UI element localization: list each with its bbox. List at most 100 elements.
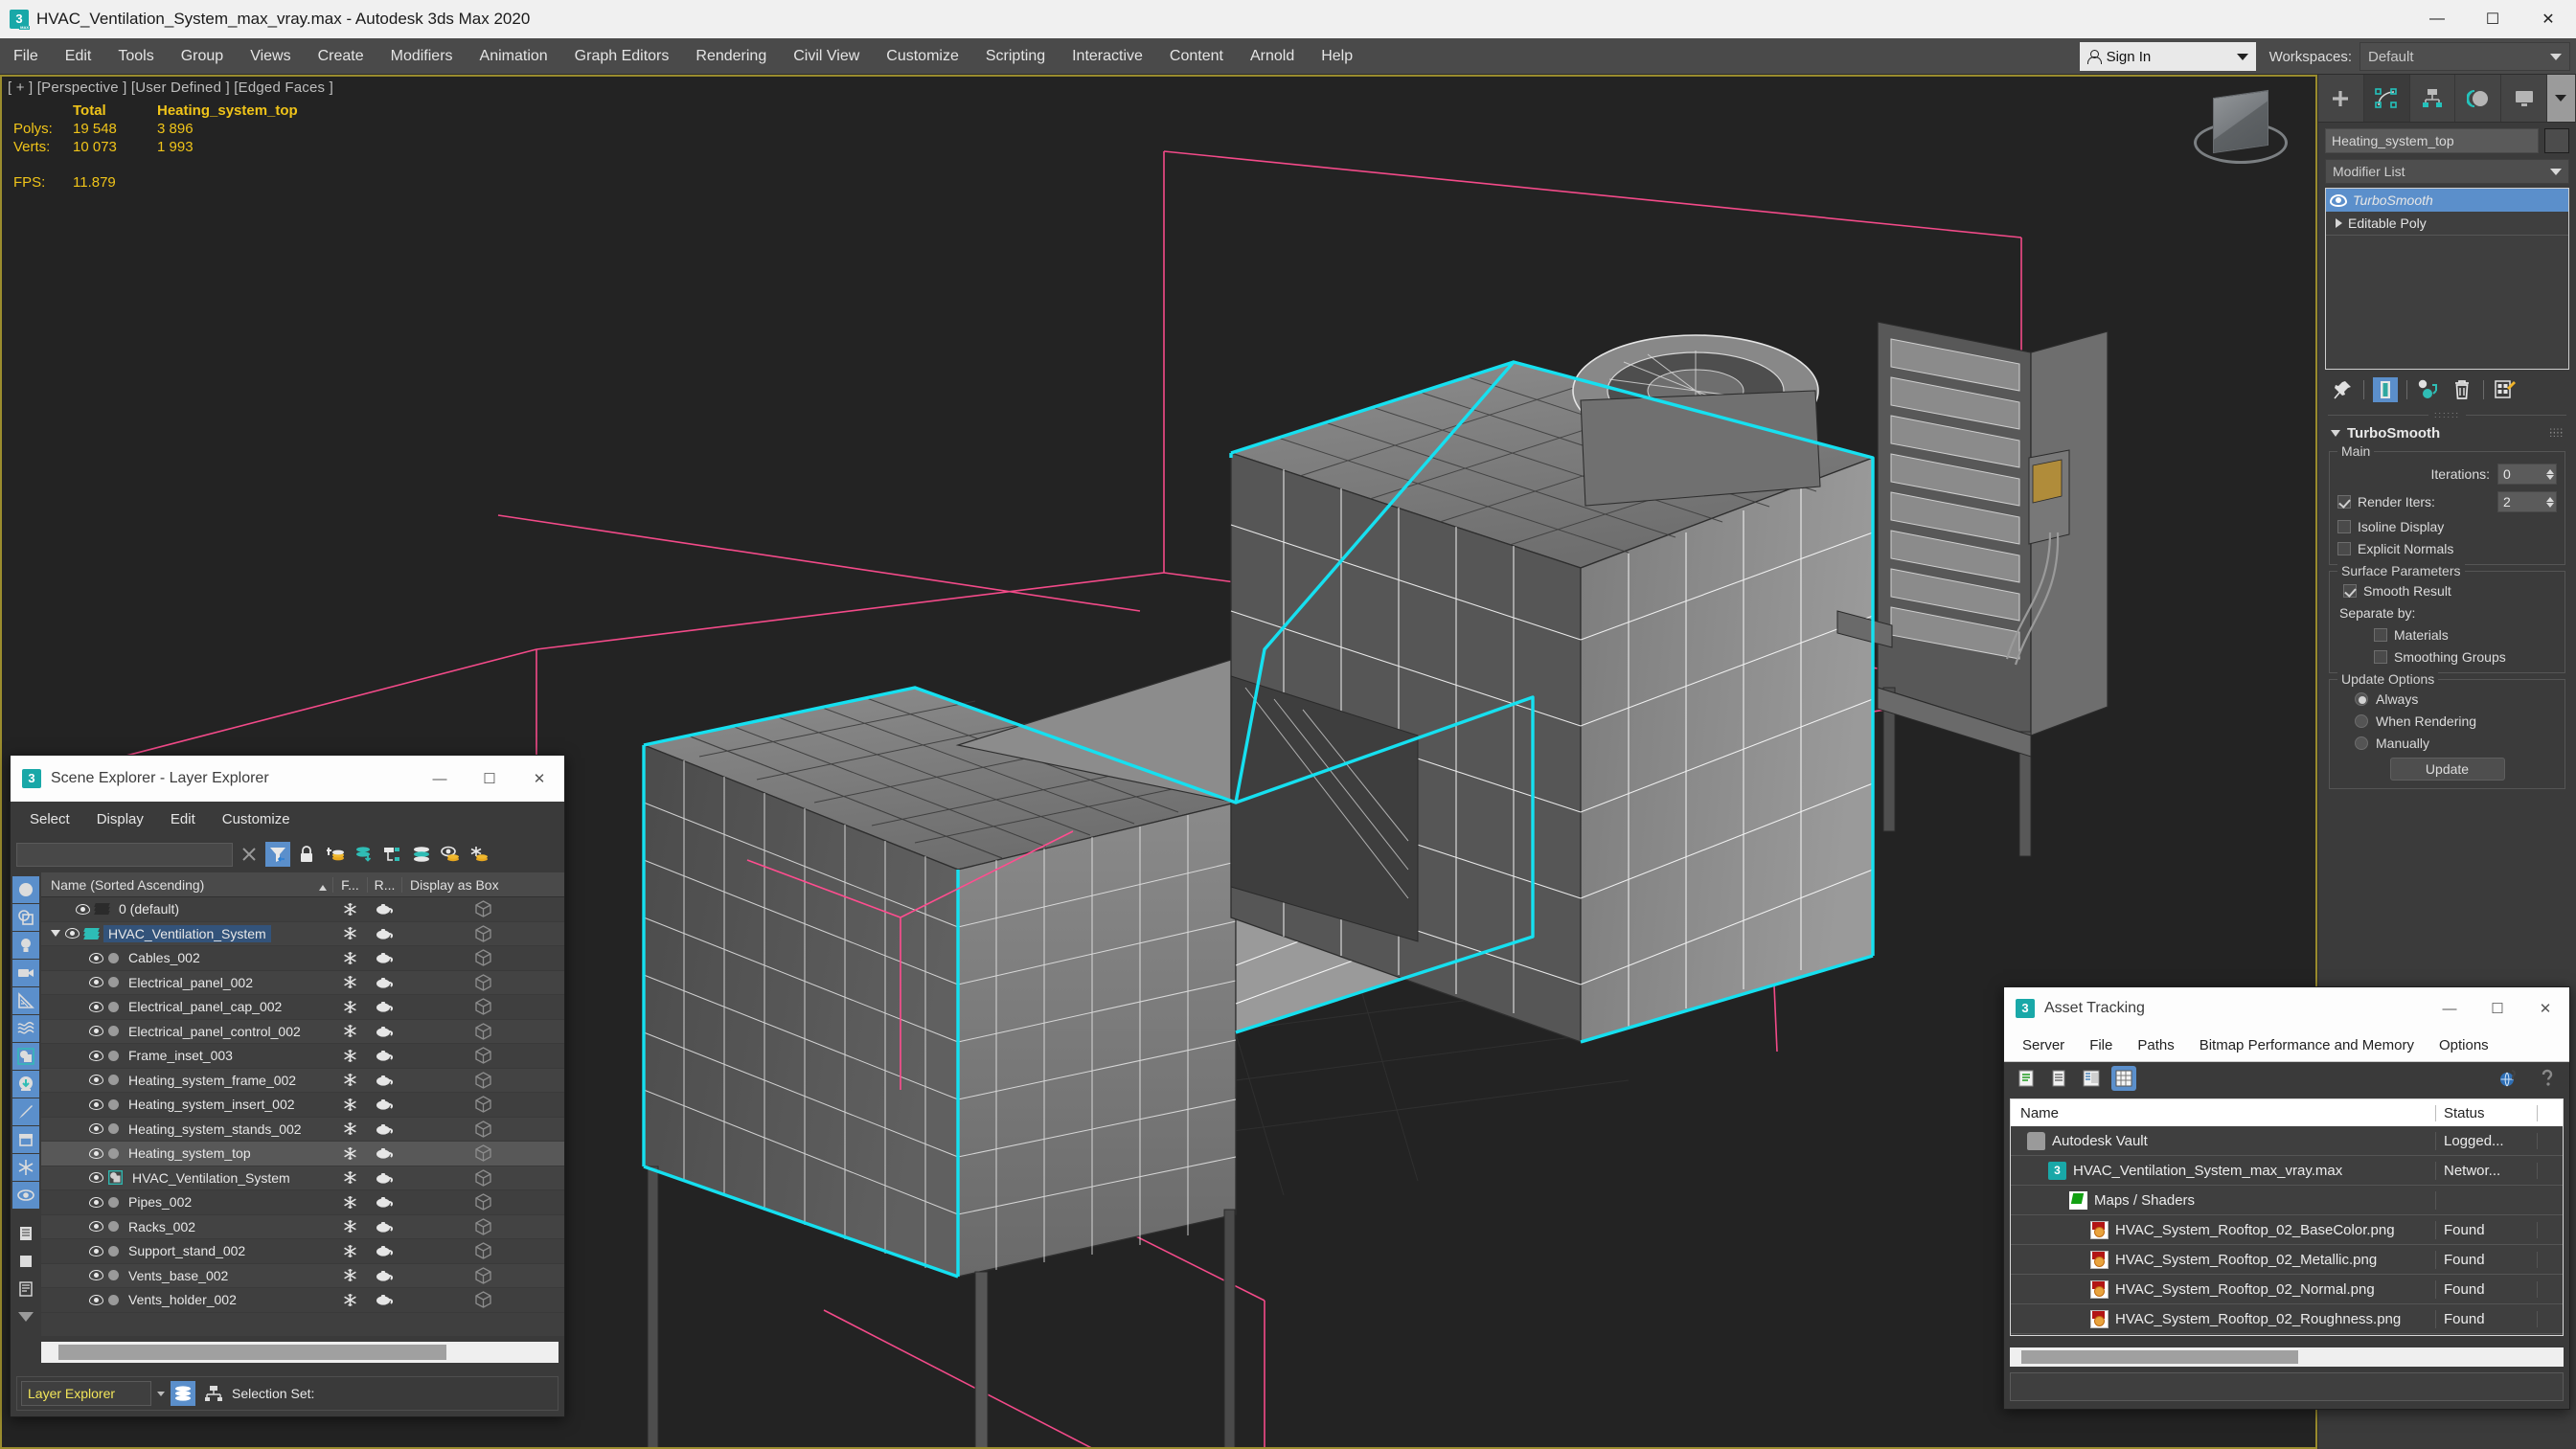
at-menu-server[interactable]: Server xyxy=(2010,1037,2077,1053)
isoline-display-row[interactable]: Isoline Display xyxy=(2337,519,2557,534)
column-frozen[interactable]: F... xyxy=(332,876,367,893)
table-row[interactable]: HVAC_Ventilation_System xyxy=(41,1166,564,1190)
sign-in-button[interactable]: Sign In xyxy=(2079,42,2256,71)
table-row[interactable]: Heating_system_stands_002 xyxy=(41,1117,564,1142)
frozen-toggle[interactable] xyxy=(332,1098,367,1112)
clear-search-icon[interactable] xyxy=(237,842,262,867)
eye-icon[interactable] xyxy=(89,1001,103,1012)
object-name-field[interactable]: Heating_system_top xyxy=(2325,128,2539,153)
menu-item-customize[interactable]: Customize xyxy=(873,38,972,75)
window-controls[interactable]: — ☐ ✕ xyxy=(2409,0,2576,38)
table-row[interactable]: HVAC_System_Rooftop_02_BaseColor.png Foun… xyxy=(2011,1215,2563,1245)
utilities-tab-overflow[interactable] xyxy=(2546,75,2576,122)
list-view-icon[interactable] xyxy=(12,1220,39,1247)
frozen-toggle[interactable] xyxy=(332,1195,367,1210)
grid-icon[interactable] xyxy=(2111,1066,2136,1091)
table-row[interactable]: 3 HVAC_Ventilation_System_max_vray.max Net… xyxy=(2011,1156,2563,1186)
close-button[interactable]: ✕ xyxy=(2520,0,2576,38)
help-globe-icon[interactable] xyxy=(2496,1066,2521,1091)
display-as-box-toggle[interactable] xyxy=(401,949,564,966)
rollout-header[interactable]: TurboSmooth :::::::: xyxy=(2325,423,2569,445)
display-as-box-toggle[interactable] xyxy=(401,1096,564,1113)
table-row[interactable]: Autodesk Vault Logged... xyxy=(2011,1126,2563,1156)
hierarchy-tab[interactable] xyxy=(2409,75,2456,122)
menu-item-group[interactable]: Group xyxy=(168,38,237,75)
eye-icon[interactable] xyxy=(89,1294,103,1305)
menu-item-civil-view[interactable]: Civil View xyxy=(780,38,873,75)
menu-item-interactive[interactable]: Interactive xyxy=(1059,38,1156,75)
show-end-result-icon[interactable] xyxy=(2373,377,2398,402)
se-menu-customize[interactable]: Customize xyxy=(209,811,304,827)
table-row[interactable]: Heating_system_insert_002 xyxy=(41,1093,564,1118)
close-button[interactable]: ✕ xyxy=(514,756,564,802)
smooth-result-checkbox[interactable] xyxy=(2343,584,2357,598)
display-as-box-toggle[interactable] xyxy=(401,1169,564,1187)
render-iters-checkbox[interactable] xyxy=(2337,495,2351,509)
update-option-manually[interactable]: Manually xyxy=(2337,736,2557,751)
container-filter-icon[interactable] xyxy=(12,1126,39,1153)
display-tab[interactable] xyxy=(2501,75,2547,122)
smoothing-groups-checkbox[interactable] xyxy=(2374,650,2387,664)
menu-item-views[interactable]: Views xyxy=(237,38,304,75)
lock-icon[interactable] xyxy=(294,842,319,867)
viewcube[interactable] xyxy=(2188,89,2293,175)
eye-icon[interactable] xyxy=(89,1172,103,1184)
update-button[interactable]: Update xyxy=(2389,758,2505,781)
table-row[interactable]: Heating_system_top xyxy=(41,1142,564,1166)
renderable-toggle[interactable] xyxy=(367,1049,401,1062)
column-display-as-box[interactable]: Display as Box xyxy=(401,876,564,893)
renderable-toggle[interactable] xyxy=(367,976,401,989)
remove-modifier-icon[interactable] xyxy=(2450,377,2474,402)
frozen-filter-icon[interactable] xyxy=(12,1154,39,1181)
display-as-box-toggle[interactable] xyxy=(401,900,564,917)
frozen-toggle[interactable] xyxy=(332,1219,367,1234)
minimize-button[interactable]: — xyxy=(415,756,465,802)
frozen-toggle[interactable] xyxy=(332,975,367,989)
frozen-toggle[interactable] xyxy=(332,902,367,917)
menu-item-scripting[interactable]: Scripting xyxy=(972,38,1059,75)
renderable-toggle[interactable] xyxy=(367,1098,401,1111)
at-menu-options[interactable]: Options xyxy=(2427,1037,2501,1053)
display-as-box-toggle[interactable] xyxy=(401,1291,564,1308)
expand-icon[interactable] xyxy=(12,1303,39,1330)
menu-item-tools[interactable]: Tools xyxy=(104,38,167,75)
menu-item-file[interactable]: File xyxy=(0,38,52,75)
display-as-box-toggle[interactable] xyxy=(401,1242,564,1259)
iterations-spinner[interactable]: 0 xyxy=(2497,464,2557,485)
filter-icon[interactable] xyxy=(265,842,290,867)
renderable-toggle[interactable] xyxy=(367,1220,401,1234)
refresh-icon[interactable] xyxy=(2014,1066,2039,1091)
close-button[interactable]: ✕ xyxy=(2521,987,2569,1030)
renderable-toggle[interactable] xyxy=(367,1000,401,1013)
scrollbar-thumb[interactable] xyxy=(58,1345,446,1360)
help-icon[interactable] xyxy=(2535,1066,2560,1091)
at-menu-paths[interactable]: Paths xyxy=(2125,1037,2186,1053)
menu-item-animation[interactable]: Animation xyxy=(467,38,561,75)
table-row[interactable]: Cables_002 xyxy=(41,946,564,971)
renderable-toggle[interactable] xyxy=(367,1195,401,1209)
frozen-toggle[interactable] xyxy=(332,1170,367,1185)
renderable-toggle[interactable] xyxy=(367,1171,401,1185)
helpers-filter-icon[interactable] xyxy=(12,987,39,1014)
scene-explorer-list[interactable]: Name (Sorted Ascending) F... R... Displa… xyxy=(41,872,564,1336)
eye-icon[interactable] xyxy=(89,1050,103,1061)
renderable-toggle[interactable] xyxy=(367,1269,401,1282)
eye-icon[interactable] xyxy=(89,1245,103,1257)
minimize-button[interactable]: — xyxy=(2426,987,2473,1030)
eye-icon[interactable] xyxy=(89,1221,103,1233)
search-input[interactable] xyxy=(16,842,233,867)
materials-checkbox[interactable] xyxy=(2374,628,2387,642)
scene-explorer-rows[interactable]: 0 (default) HVAC_Ventilation_System Cables… xyxy=(41,897,564,1313)
frozen-toggle[interactable] xyxy=(332,1146,367,1161)
menu-item-create[interactable]: Create xyxy=(305,38,377,75)
table-row[interactable]: Maps / Shaders xyxy=(2011,1186,2563,1215)
spinner-arrows-icon[interactable] xyxy=(2546,496,2554,508)
horizontal-scrollbar[interactable] xyxy=(41,1342,559,1363)
groups-filter-icon[interactable] xyxy=(12,1043,39,1070)
maximize-button[interactable]: ☐ xyxy=(2465,0,2520,38)
at-menu-file[interactable]: File xyxy=(2077,1037,2125,1053)
manually-radio[interactable] xyxy=(2355,736,2368,750)
asset-tracking-table[interactable]: Name Status Autodesk Vault Logged... 3 HVAC… xyxy=(2010,1098,2564,1336)
display-as-box-toggle[interactable] xyxy=(401,1144,564,1162)
modifier-list-dropdown[interactable]: Modifier List xyxy=(2325,159,2569,184)
